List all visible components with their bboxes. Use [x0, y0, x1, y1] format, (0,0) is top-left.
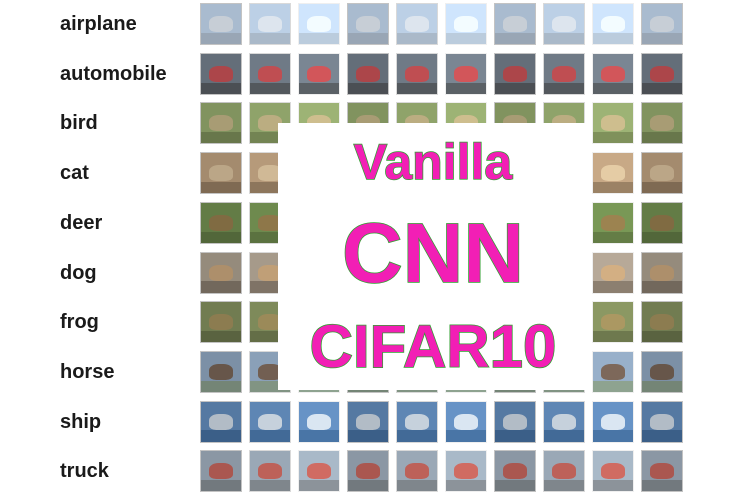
- sample-image-cat: [592, 152, 634, 195]
- sample-image-automobile: [592, 52, 634, 95]
- sample-image-truck: [445, 450, 487, 493]
- class-label-deer: deer: [60, 211, 103, 234]
- sample-image-airplane: [200, 3, 242, 45]
- title-line-cifar10: CIFAR10: [309, 312, 557, 381]
- sample-image-airplane: [347, 3, 389, 45]
- class-label-cat: cat: [60, 162, 89, 185]
- image-row-airplane: [200, 3, 690, 47]
- image-row-truck: [200, 450, 690, 494]
- sample-image-automobile: [641, 52, 683, 95]
- image-row-ship: [200, 400, 690, 445]
- sample-image-automobile: [298, 52, 340, 95]
- sample-image-bird: [641, 102, 683, 145]
- sample-image-truck: [592, 450, 634, 493]
- sample-image-airplane: [543, 3, 585, 45]
- sample-image-horse: [592, 350, 634, 393]
- sample-image-deer: [200, 201, 242, 244]
- sample-image-automobile: [249, 52, 291, 95]
- sample-image-dog: [200, 251, 242, 294]
- sample-image-ship: [347, 400, 389, 443]
- sample-image-automobile: [347, 52, 389, 95]
- image-row-automobile: [200, 52, 690, 97]
- sample-image-airplane: [592, 3, 634, 45]
- sample-image-ship: [445, 400, 487, 443]
- sample-image-truck: [347, 450, 389, 493]
- sample-image-ship: [396, 400, 438, 443]
- sample-image-bird: [200, 102, 242, 145]
- class-label-truck: truck: [60, 460, 109, 483]
- sample-image-airplane: [298, 3, 340, 45]
- sample-image-horse: [200, 350, 242, 393]
- sample-image-ship: [200, 400, 242, 443]
- sample-image-ship: [592, 400, 634, 443]
- sample-image-truck: [641, 450, 683, 493]
- sample-image-dog: [641, 251, 683, 294]
- class-label-column: airplane automobile bird cat deer dog frog hors…: [0, 0, 200, 500]
- sample-image-airplane: [641, 3, 683, 45]
- title-line-cnn: CNN: [341, 206, 525, 300]
- sample-image-deer: [641, 201, 683, 244]
- sample-image-airplane: [249, 3, 291, 45]
- sample-image-automobile: [445, 52, 487, 95]
- class-label-automobile: automobile: [60, 62, 167, 85]
- title-line-vanilla: Vanilla: [353, 133, 513, 191]
- class-label-horse: horse: [60, 360, 115, 383]
- sample-image-dog: [592, 251, 634, 294]
- sample-image-automobile: [543, 52, 585, 95]
- title-overlay: Vanilla CNN CIFAR10: [278, 123, 588, 390]
- sample-image-ship: [641, 400, 683, 443]
- sample-image-truck: [249, 450, 291, 493]
- class-label-frog: frog: [60, 311, 99, 334]
- sample-image-truck: [543, 450, 585, 493]
- sample-image-truck: [298, 450, 340, 493]
- class-label-dog: dog: [60, 261, 97, 284]
- class-label-airplane: airplane: [60, 13, 137, 35]
- sample-image-ship: [494, 400, 536, 443]
- sample-image-truck: [200, 450, 242, 493]
- sample-image-airplane: [445, 3, 487, 45]
- class-label-ship: ship: [60, 410, 102, 433]
- sample-image-airplane: [494, 3, 536, 45]
- sample-image-airplane: [396, 3, 438, 45]
- sample-image-truck: [494, 450, 536, 493]
- sample-image-ship: [543, 400, 585, 443]
- sample-image-ship: [249, 400, 291, 443]
- sample-image-truck: [396, 450, 438, 493]
- sample-image-frog: [592, 301, 634, 344]
- sample-image-automobile: [494, 52, 536, 95]
- sample-image-frog: [641, 301, 683, 344]
- sample-image-cat: [641, 152, 683, 195]
- sample-image-horse: [641, 350, 683, 393]
- sample-image-deer: [592, 201, 634, 244]
- class-label-bird: bird: [60, 112, 98, 135]
- sample-image-frog: [200, 301, 242, 344]
- sample-image-automobile: [200, 52, 242, 95]
- sample-image-cat: [200, 152, 242, 195]
- sample-image-automobile: [396, 52, 438, 95]
- sample-image-ship: [298, 400, 340, 443]
- sample-image-bird: [592, 102, 634, 145]
